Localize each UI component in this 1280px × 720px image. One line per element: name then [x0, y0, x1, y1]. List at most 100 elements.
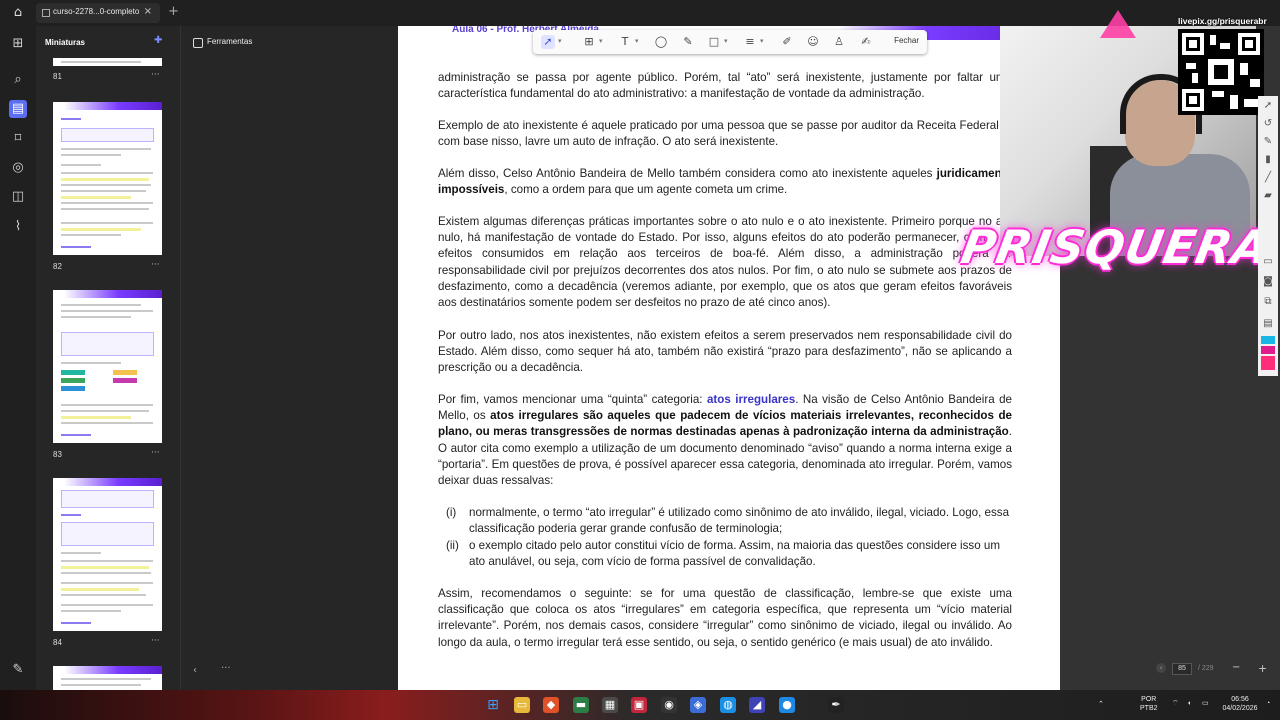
thumbnail-more-button[interactable]: ···: [151, 260, 160, 270]
tools-label: Ferramentas: [207, 37, 253, 46]
pen-icon[interactable]: ✎: [681, 35, 695, 49]
thumbnail-page[interactable]: [53, 666, 162, 690]
trash-icon[interactable]: ▭: [1261, 256, 1275, 268]
thumbnails-icon[interactable]: ▤: [9, 100, 27, 118]
bookmark-icon[interactable]: ⌑: [10, 131, 26, 147]
app-icon[interactable]: ▦: [602, 697, 618, 713]
sticker-icon[interactable]: ☺: [806, 35, 820, 49]
paragraph: Existem algumas diferenças práticas impo…: [438, 215, 1012, 310]
color-swatch-magenta[interactable]: [1261, 346, 1275, 354]
previous-page-button[interactable]: ‹: [1156, 663, 1166, 673]
chevron-down-icon[interactable]: ▾: [760, 37, 764, 45]
current-page-input[interactable]: 85: [1172, 663, 1192, 675]
thumbnail-page-number: 82: [53, 262, 62, 271]
thumbnail-page-number: 84: [53, 638, 62, 647]
camera-icon[interactable]: ◙: [1261, 276, 1275, 288]
toolbox-icon: [193, 38, 203, 48]
line-icon[interactable]: ╱: [1261, 172, 1275, 184]
tray-chevron-icon[interactable]: ⌃: [1098, 700, 1104, 709]
keyboard-layout: PTB2: [1140, 705, 1158, 712]
panel-title: Miniaturas: [45, 38, 86, 47]
new-tab-button[interactable]: +: [168, 4, 179, 19]
chevron-down-icon[interactable]: ▾: [599, 37, 603, 45]
color-swatch-blue[interactable]: [1261, 336, 1275, 344]
thumbnail-more-button[interactable]: ···: [151, 636, 160, 646]
list-marker: (i): [446, 506, 457, 519]
marker-icon[interactable]: ▮: [1261, 154, 1275, 166]
comment-icon[interactable]: ◯: [654, 35, 668, 49]
paragraph-text: Por fim, vamos mencionar uma “quinta” ca…: [438, 393, 707, 406]
thumbnail-more-button[interactable]: ···: [151, 70, 160, 80]
terminal-icon[interactable]: ▬: [573, 697, 589, 713]
visual-studio-icon[interactable]: ◢: [749, 697, 765, 713]
language-code: POR: [1141, 696, 1157, 703]
right-tool-strip: ➚ ↺ ✎ ▮ ╱ ▰ ▭ ◙ ⧉ ▤: [1258, 96, 1278, 376]
file-explorer-icon[interactable]: ▭: [514, 697, 530, 713]
brave-browser-icon[interactable]: ◆: [543, 697, 559, 713]
layers-icon[interactable]: ◫: [10, 189, 26, 205]
thumbnail-more-button[interactable]: ···: [151, 448, 160, 458]
windows-start-icon[interactable]: ⊞: [485, 697, 501, 713]
chrome-icon[interactable]: ●: [779, 697, 795, 713]
screenshot-icon[interactable]: ⧉: [1261, 296, 1275, 308]
thumbnails-panel: Miniaturas ✚ 81 ··· 82 ··· 83 ··· 84 ···: [36, 26, 181, 690]
battery-icon[interactable]: ▭: [1202, 699, 1209, 708]
paragraph: Assim, recomendamos o seguinte: se for u…: [438, 587, 1012, 649]
network-icon[interactable]: ⌔: [1172, 699, 1179, 708]
close-toolbar-button[interactable]: Fechar: [894, 36, 919, 45]
eraser-icon[interactable]: ▰: [1261, 190, 1275, 202]
strikethrough-icon[interactable]: ≡: [743, 35, 757, 49]
qr-code-icon: [1178, 29, 1264, 115]
undo-icon[interactable]: ↺: [1261, 118, 1275, 130]
color-swatch-pink[interactable]: [1261, 356, 1275, 370]
volume-icon[interactable]: ◖: [1187, 699, 1191, 708]
chevron-down-icon[interactable]: ▾: [558, 37, 562, 45]
close-tab-button[interactable]: ×: [144, 6, 152, 17]
clipboard-icon[interactable]: ▤: [1261, 318, 1275, 330]
attachment-icon[interactable]: ⌇: [10, 219, 26, 235]
pdf-reader-icon[interactable]: ▣: [631, 697, 647, 713]
pen-tool-icon[interactable]: ✒: [828, 697, 844, 713]
home-icon[interactable]: ⌂: [10, 5, 26, 21]
chevron-down-icon[interactable]: ▾: [724, 37, 728, 45]
comments-icon[interactable]: ◎: [10, 160, 26, 176]
paragraph-text: , como a ordem para que um agente cometa…: [504, 183, 788, 197]
paragraph: Por fim, vamos mencionar uma “quinta” ca…: [438, 392, 1012, 489]
chevron-down-icon[interactable]: ▾: [635, 37, 639, 45]
clock-date: 04/02/2026: [1222, 705, 1258, 712]
search-icon[interactable]: ⌕: [10, 72, 26, 88]
more-options-button[interactable]: ···: [221, 663, 231, 674]
select-pointer-icon[interactable]: ➚: [541, 35, 555, 49]
rectangle-icon[interactable]: □: [707, 35, 721, 49]
tools-panel: Ferramentas ‹ ···: [181, 26, 398, 690]
obs-icon[interactable]: ◉: [661, 697, 677, 713]
highlighter-icon[interactable]: ✐: [780, 35, 794, 49]
thumbnail-page[interactable]: [53, 58, 162, 66]
pen-icon[interactable]: ✎: [1261, 136, 1275, 148]
signature-icon[interactable]: ✍: [859, 35, 873, 49]
thumbnail-page-number: 81: [53, 72, 62, 81]
thumbnail-page[interactable]: [53, 102, 162, 255]
text-icon[interactable]: T: [618, 35, 632, 49]
all-tools-icon[interactable]: ⊞: [10, 36, 26, 52]
settings-app-icon[interactable]: ◈: [690, 697, 706, 713]
donation-link-label: livepix.gg/prisquerabr: [1178, 16, 1267, 26]
browser-icon[interactable]: ◍: [720, 697, 736, 713]
language-indicator[interactable]: POR PTB2: [1140, 695, 1158, 713]
stamp-icon[interactable]: ♙: [832, 35, 846, 49]
document-tab[interactable]: curso-2278...0-completo ×: [36, 3, 160, 23]
signature-icon[interactable]: ✎: [10, 662, 26, 678]
cursor-icon[interactable]: ➚: [1261, 100, 1275, 112]
thumbnail-page[interactable]: [53, 478, 162, 631]
zoom-out-button[interactable]: −: [1232, 662, 1240, 673]
thumbnail-page[interactable]: [53, 290, 162, 443]
scroll-left-button[interactable]: ‹: [193, 665, 197, 676]
text-box-icon[interactable]: ⊞: [582, 35, 596, 49]
streamer-brand-logo: PRISQUERA: [957, 220, 1275, 274]
notifications-icon[interactable]: ◔: [1266, 699, 1270, 708]
tab-title: curso-2278...0-completo: [53, 7, 140, 16]
pin-icon[interactable]: ✚: [154, 35, 164, 47]
total-pages: / 229: [1198, 665, 1214, 672]
zoom-in-button[interactable]: +: [1258, 662, 1267, 675]
clock[interactable]: 06:56 04/02/2026: [1220, 695, 1260, 713]
